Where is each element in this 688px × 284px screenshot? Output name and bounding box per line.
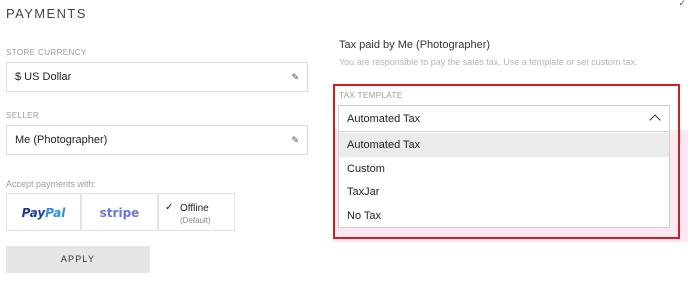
apply-button[interactable]: APPLY (6, 246, 150, 273)
offline-label: Offline (180, 203, 209, 214)
stripe-option[interactable]: stripe (81, 193, 158, 231)
tax-subtext: You are responsible to pay the sales tax… (339, 57, 638, 67)
page-title: PAYMENTS (6, 6, 87, 21)
store-currency-value: $ US Dollar (15, 71, 72, 83)
seller-select[interactable]: Me (Photographer) ✎ (6, 125, 308, 155)
pencil-icon: ✎ (291, 135, 299, 145)
stripe-logo: stripe (99, 206, 140, 220)
corner-mark-icon: ✓ (678, 0, 686, 8)
pencil-icon: ✎ (291, 72, 299, 82)
seller-value: Me (Photographer) (15, 134, 108, 146)
store-currency-label: STORE CURRENCY (6, 48, 87, 57)
check-icon: ✓ (165, 202, 174, 213)
seller-label: SELLER (6, 111, 40, 120)
accept-payments-label: Accept payments with: (6, 179, 97, 189)
highlight-annotation-box (333, 84, 680, 239)
paypal-logo: PayPal (7, 206, 80, 220)
paypal-option[interactable]: PayPal (6, 193, 81, 231)
offline-option[interactable]: ✓ Offline (Default) (158, 193, 235, 231)
paypal-logo-part-1: Pay (21, 206, 46, 220)
paypal-logo-part-2: Pal (45, 206, 66, 220)
store-currency-select[interactable]: $ US Dollar ✎ (6, 62, 308, 92)
tax-heading: Tax paid by Me (Photographer) (339, 39, 491, 51)
offline-default-label: (Default) (180, 216, 211, 225)
